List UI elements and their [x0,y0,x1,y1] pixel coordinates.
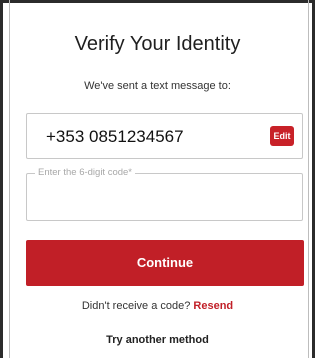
phone-number: +353 0851234567 [46,127,184,146]
code-field[interactable]: Enter the 6-digit code* [26,167,303,221]
sent-message-text: We've sent a text message to: [84,80,231,92]
code-input[interactable] [33,184,297,214]
edit-button[interactable]: Edit [270,126,294,146]
continue-button[interactable]: Continue [26,240,304,286]
try-another-method-link[interactable]: Try another method [10,334,305,346]
phone-number-box: +353 0851234567 Edit [26,113,303,159]
code-field-label: Enter the 6-digit code* [35,167,136,179]
resend-row: Didn't receive a code? Resend [10,300,305,312]
right-divider [308,0,309,358]
page-title: Verify Your Identity [74,33,241,55]
resend-link[interactable]: Resend [193,300,233,312]
resend-prompt: Didn't receive a code? [81,300,194,312]
